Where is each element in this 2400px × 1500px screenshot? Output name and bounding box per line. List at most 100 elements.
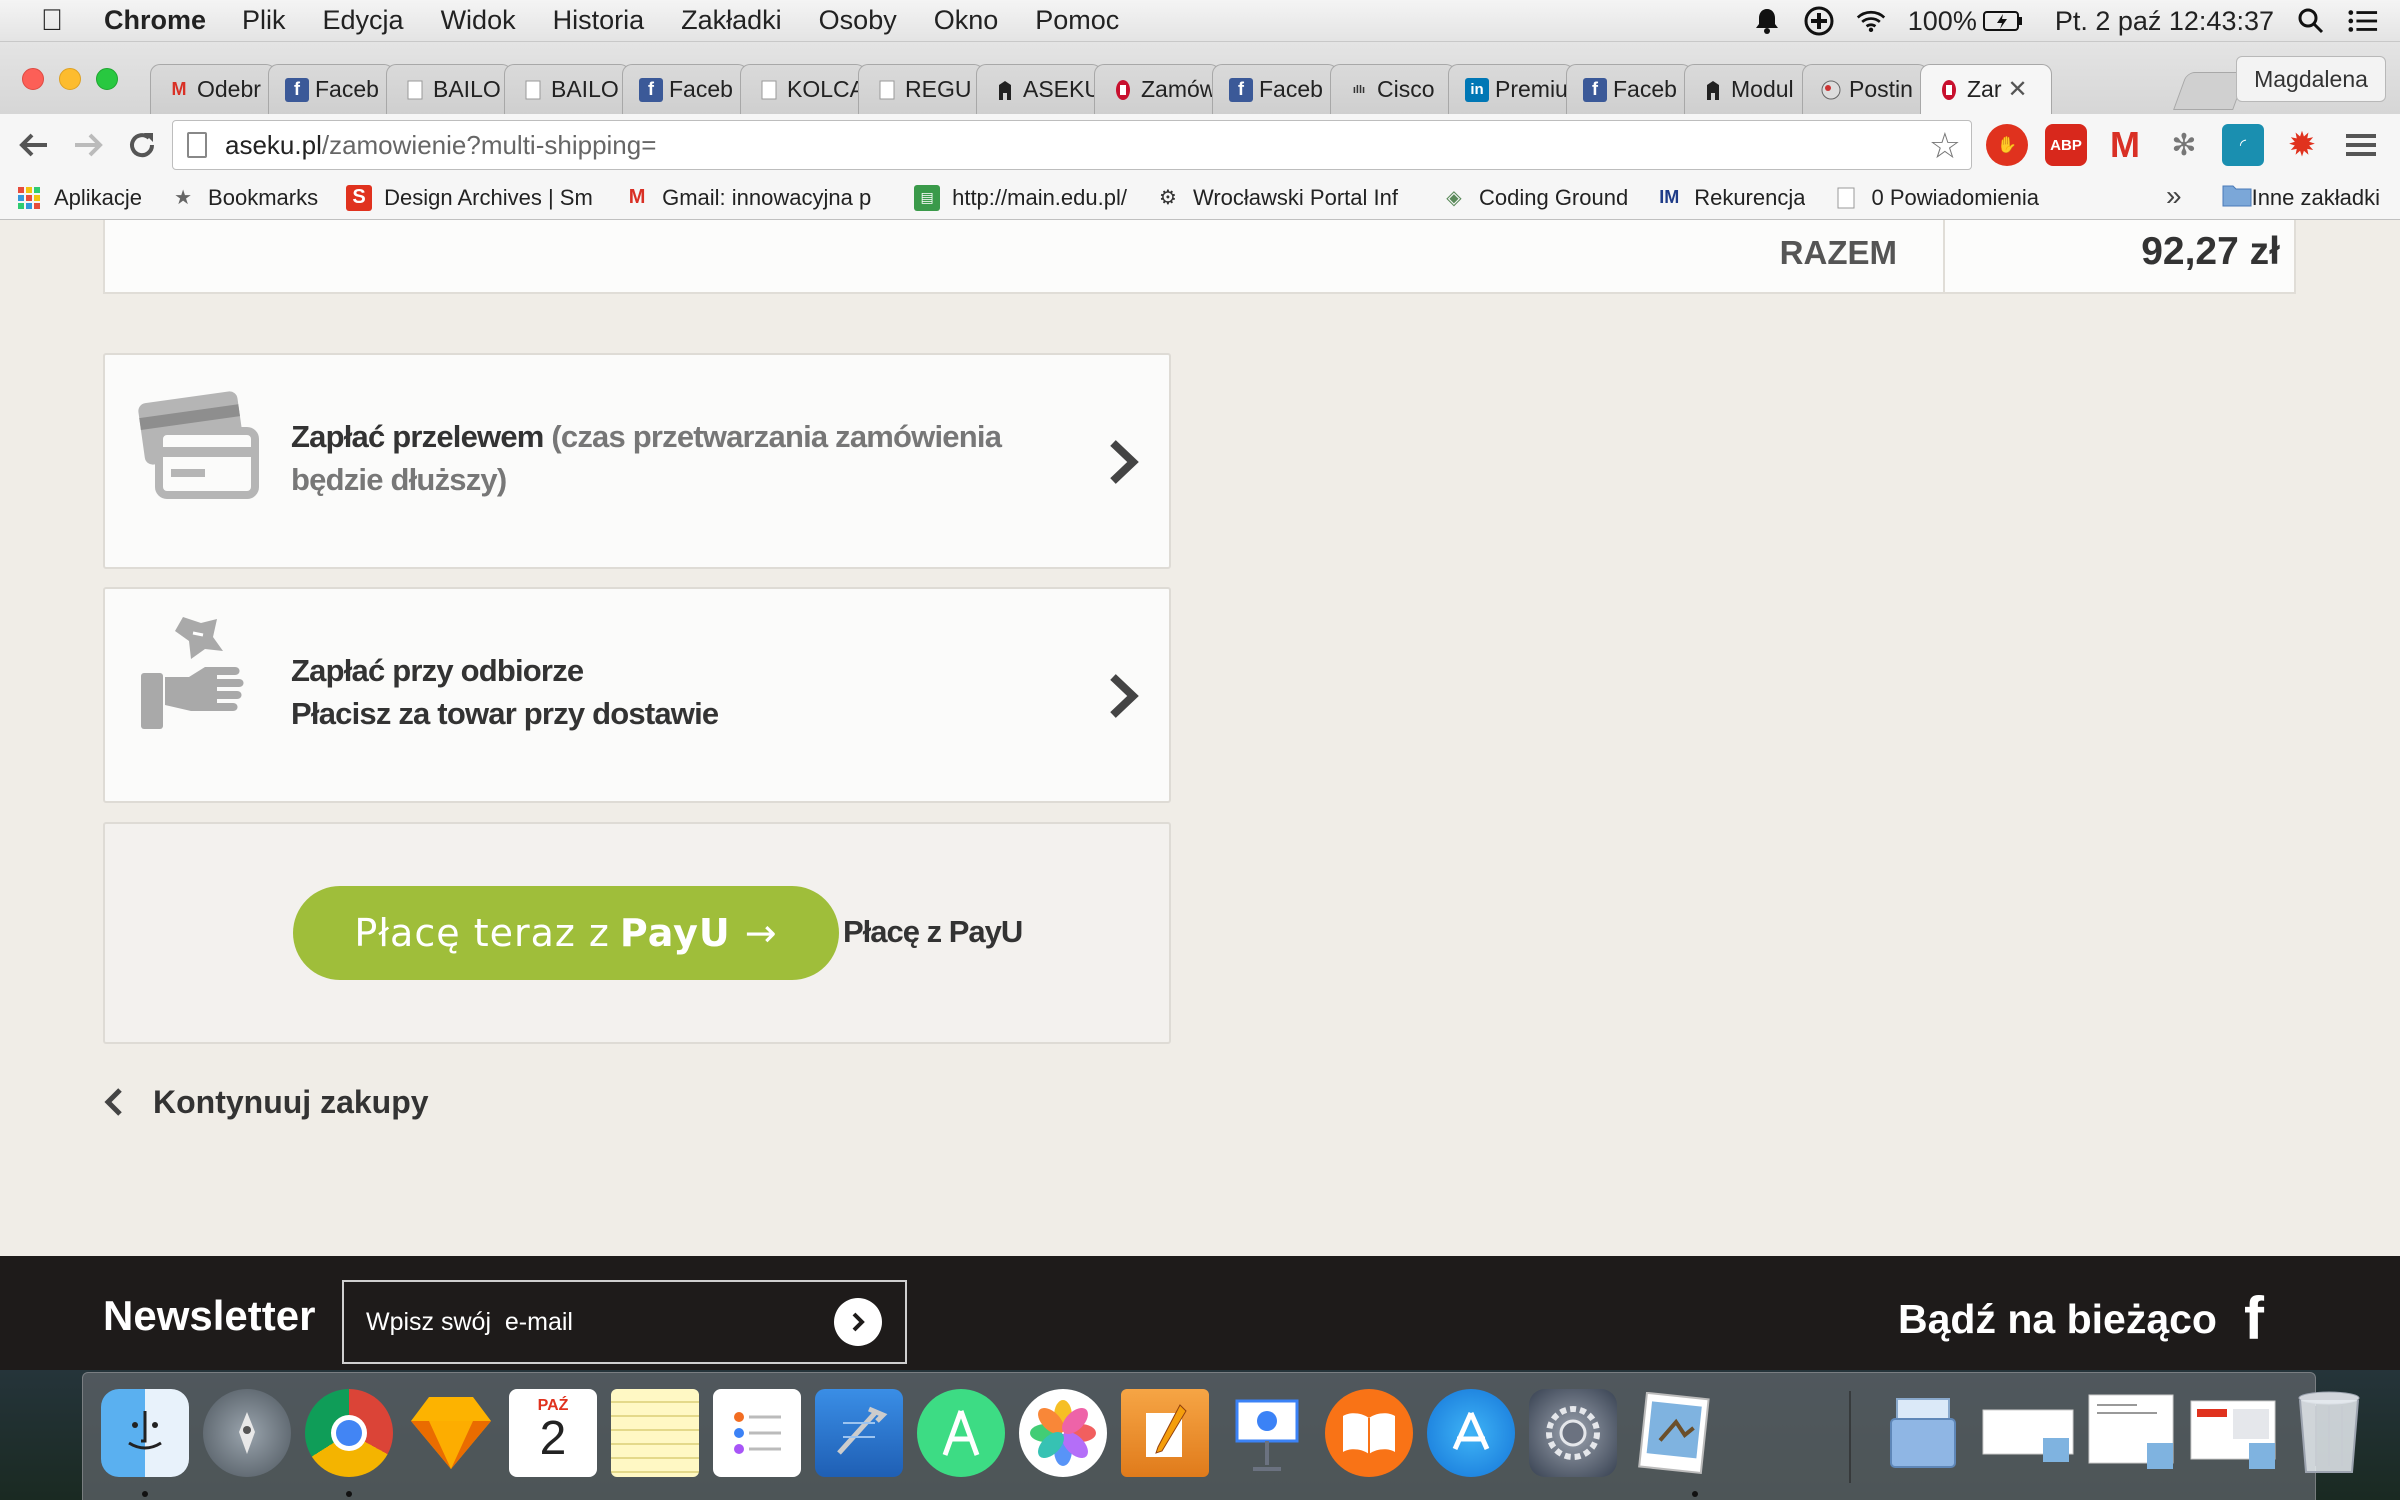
bookmark-rekurencja[interactable]: IM Rekurencja [1656,185,1805,211]
keynote-icon[interactable] [1223,1389,1311,1477]
menu-history[interactable]: Historia [553,5,645,36]
folder-icon [2222,183,2252,213]
photos-icon[interactable] [1019,1389,1107,1477]
folder-icon[interactable] [1879,1389,1967,1477]
menu-people[interactable]: Osoby [819,5,897,36]
tab-cisco[interactable]: ıllı Cisco [1330,64,1456,114]
tab-facebook[interactable]: f Faceb [1566,64,1692,114]
trash-icon[interactable] [2285,1389,2373,1477]
zoom-window-button[interactable] [96,68,118,90]
chrome-menu-icon[interactable] [2340,124,2382,166]
notes-icon[interactable] [611,1389,699,1477]
pages-icon[interactable] [1121,1389,1209,1477]
bookmarks-overflow-chevron[interactable]: » [2166,180,2182,212]
sketch-icon[interactable] [407,1389,495,1477]
preview-icon[interactable] [1631,1389,1719,1477]
chrome-icon[interactable] [305,1389,393,1477]
menu-file[interactable]: Plik [242,5,286,36]
macos-dock: PAŹ 2 [82,1372,2360,1500]
facebook-icon[interactable]: f [2244,1284,2264,1353]
pay-transfer-option[interactable]: Zapłać przelewem (czas przetwarzania zam… [103,353,1171,569]
tab-facebook[interactable]: f Faceb [268,64,394,114]
battery-percent: 100% [1907,5,1977,36]
minimize-window-button[interactable] [59,68,81,90]
adblock-plus-icon[interactable]: ABP [2045,124,2087,166]
bookmark-label: 0 Powiadomienia [1871,184,2040,210]
menu-window[interactable]: Okno [934,5,999,36]
menu-view[interactable]: Widok [441,5,516,36]
bookmark-design-archives[interactable]: S Design Archives | Sm [346,184,596,211]
tab-bailo[interactable]: BAILO [504,64,630,114]
cisco-icon: ıllı [1352,83,1366,96]
bookmark-coding-ground[interactable]: ◈ Coding Ground [1441,185,1628,211]
ibooks-icon[interactable] [1325,1389,1413,1477]
plus-circle-icon[interactable] [1804,6,1834,36]
tools-extension-icon[interactable]: ✻ [2163,124,2205,166]
menu-edit[interactable]: Edycja [323,5,404,36]
profile-button[interactable]: Magdalena [2236,56,2386,102]
tab-gmail[interactable]: M Odebr [150,64,276,114]
newsletter-email-input[interactable] [342,1280,907,1364]
tab-facebook[interactable]: f Faceb [1212,64,1338,114]
tab-active-zamowienie[interactable]: Zar ✕ [1920,64,2052,114]
xcode-icon[interactable] [815,1389,903,1477]
address-bar[interactable]: aseku.pl/zamowienie?multi-shipping= ☆ [172,120,1972,170]
reminders-icon[interactable] [713,1389,801,1477]
back-button[interactable] [14,125,54,165]
tab-facebook[interactable]: f Faceb [622,64,748,114]
document-thumb-icon[interactable] [1981,1389,2077,1477]
pay-on-delivery-option[interactable]: Zapłać przy odbiorze Płacisz za towar pr… [103,587,1171,803]
battery-icon[interactable] [1982,6,2023,36]
tab-regu[interactable]: REGU [858,64,984,114]
notification-bell-icon[interactable] [1752,6,1782,36]
bookmark-bookmarks[interactable]: ★ Bookmarks [170,185,318,211]
close-window-button[interactable] [22,68,44,90]
stop-hand-extension-icon[interactable]: ✋ [1986,124,2028,166]
system-preferences-icon[interactable] [1529,1389,1617,1477]
bookmark-wroclawski-portal[interactable]: ⚙ Wrocławski Portal Inf [1155,185,1413,211]
bookmark-apps[interactable]: Aplikacje [16,185,142,211]
newsletter-submit-button[interactable] [834,1298,882,1346]
star-icon: ★ [174,187,193,209]
bookmark-star-icon[interactable]: ☆ [1929,125,1961,167]
menu-app-chrome[interactable]: Chrome [104,5,206,36]
menu-help[interactable]: Pomoc [1035,5,1119,36]
reload-button[interactable] [122,125,162,165]
apple-menu-icon[interactable]:  [0,4,104,38]
tab-aseku[interactable]: ASEKU [976,64,1102,114]
tab-posting[interactable]: Postin [1802,64,1928,114]
app-store-icon[interactable] [1427,1389,1515,1477]
wifi-icon[interactable] [1856,6,1886,36]
tab-linkedin[interactable]: in Premiu [1448,64,1574,114]
finder-icon[interactable] [101,1389,189,1477]
launchpad-icon[interactable] [203,1389,291,1477]
clock[interactable]: Pt. 2 paź 12:43:37 [2055,6,2274,37]
tab-bailo[interactable]: BAILO [386,64,512,114]
document-thumb-icon[interactable] [2187,1389,2279,1477]
android-studio-icon[interactable] [917,1389,1005,1477]
macos-menubar:  Chrome Plik Edycja Widok Historia Zakł… [0,0,2400,42]
bookmark-powiadomienia[interactable]: 0 Powiadomienia [1833,185,2039,211]
bookmark-gmail[interactable]: M Gmail: innowacyjna p [624,185,886,211]
wave-extension-icon[interactable]: ◜ [2222,124,2264,166]
spotlight-search-icon[interactable] [2296,6,2326,36]
tab-zamowienie[interactable]: Zamów [1094,64,1220,114]
page-info-icon[interactable] [187,132,207,158]
bookmark-other-folder[interactable]: Inne zakładki [2222,176,2380,220]
forward-button[interactable] [68,125,108,165]
tab-kolca[interactable]: KOLCA [740,64,866,114]
calendar-icon[interactable]: PAŹ 2 [509,1389,597,1477]
document-thumb-icon[interactable] [2085,1389,2177,1477]
bookmark-main-edu[interactable]: ▤ http://main.edu.pl/ [914,184,1127,211]
menu-bookmarks[interactable]: Zakładki [681,5,782,36]
gmail-extension-icon[interactable]: M [2104,124,2146,166]
hand-cash-icon [131,611,265,745]
calendar-day: 2 [539,1412,567,1465]
arrow-right-circle-icon [852,1312,865,1332]
continue-shopping-link[interactable]: Kontynuuj zakupy [103,1080,429,1124]
close-tab-icon[interactable]: ✕ [2008,75,2028,104]
tab-modul[interactable]: Modul [1684,64,1810,114]
pay-with-payu-button[interactable]: Płacę teraz z PayU → [293,886,839,980]
notification-center-icon[interactable] [2348,6,2378,36]
bug-extension-icon[interactable]: ✹ [2281,124,2323,166]
